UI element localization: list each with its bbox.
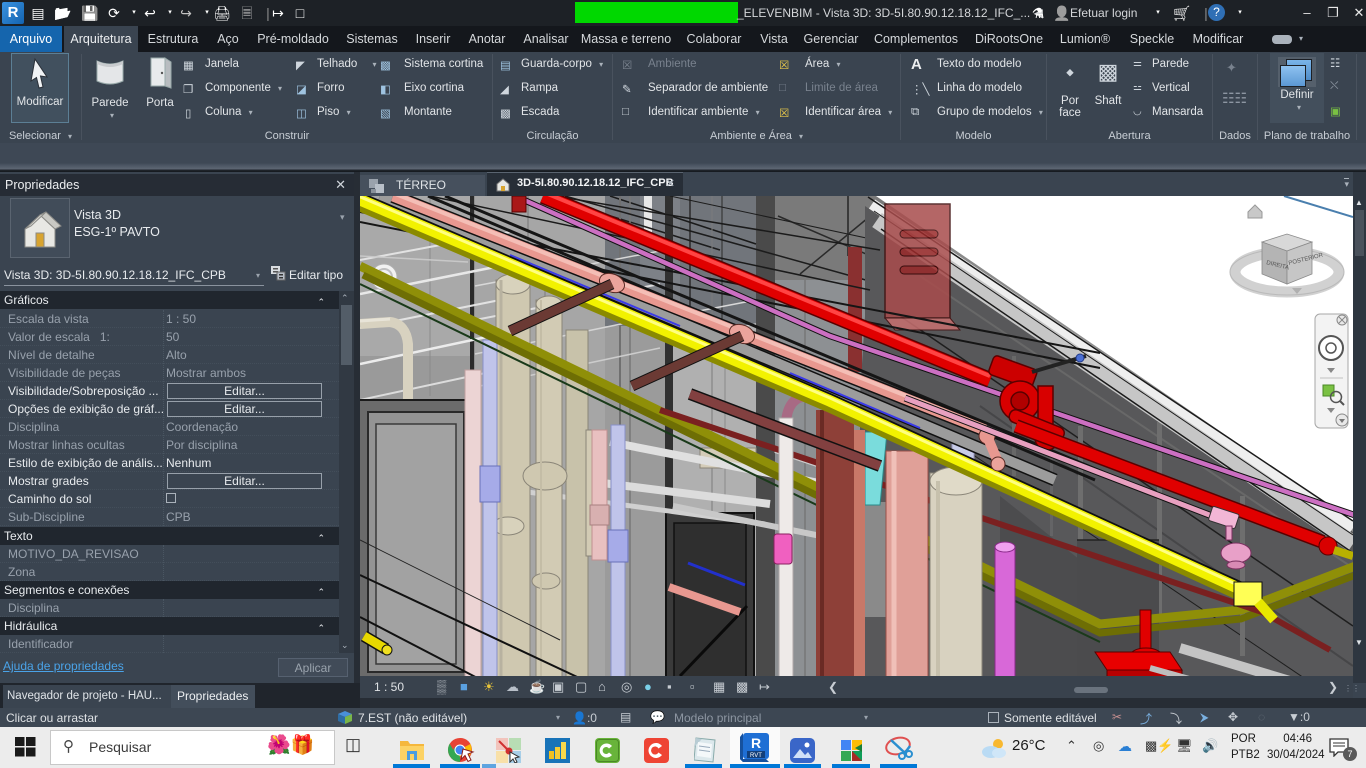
svg-text:RVT: RVT	[750, 753, 762, 759]
svg-text:R: R	[751, 735, 761, 751]
